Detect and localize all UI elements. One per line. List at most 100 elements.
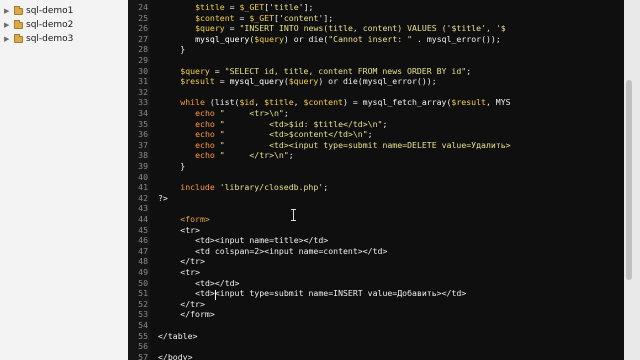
code-line[interactable]: 54 — [128, 320, 624, 331]
code-text: } — [180, 161, 185, 172]
code-text: $title = $_GET['title']; — [195, 2, 313, 13]
code-token: . mysql_error()); — [412, 33, 501, 44]
code-token: ; — [367, 129, 373, 140]
code-line[interactable]: 41 include 'library/closedb.php'; — [128, 182, 624, 193]
code-line[interactable]: 34 echo " <tr>\n"; — [128, 108, 624, 119]
code-text: </tr> — [180, 256, 205, 267]
tree-item-sql-demo2[interactable]: ▶ sql-demo2 — [4, 18, 73, 32]
code-token: "SELECT id, title, content FROM news ORD… — [224, 65, 467, 76]
code-token: ) or die(mysql_error()); — [318, 76, 437, 87]
code-line[interactable]: 50 <td></td> — [128, 278, 624, 289]
code-text: <tr> — [180, 267, 200, 278]
code-line[interactable]: 39} — [128, 161, 624, 172]
code-token: $content — [303, 97, 343, 108]
code-line[interactable]: 55 </table> — [128, 331, 624, 342]
code-token: , — [293, 97, 304, 108]
chevron-right-icon[interactable]: ▶ — [4, 21, 14, 29]
code-token: , — [254, 97, 265, 108]
code-token: mysql_query — [195, 33, 250, 44]
code-token: " <tr>\n" — [219, 108, 284, 118]
line-number: 42 — [138, 192, 148, 203]
code-line[interactable]: 36 echo " <td>$content</td>\n"; — [128, 129, 624, 140]
line-number: 53 — [138, 309, 148, 320]
text-caret — [215, 290, 216, 300]
code-line[interactable]: 48 </tr> — [128, 256, 624, 267]
tree-item-sql-demo3[interactable]: ▶ sql-demo3 — [4, 32, 73, 46]
code-token: $content — [195, 12, 235, 23]
tree-item-label: sql-demo2 — [26, 20, 74, 30]
code-token: <td><input name=title></td> — [195, 235, 329, 246]
code-line[interactable]: 30 $query = "SELECT id, title, content FR… — [128, 66, 624, 77]
code-line[interactable]: 38 echo " </tr>\n"; — [128, 150, 624, 161]
code-token: <form> — [180, 214, 210, 224]
code-token: $query — [195, 23, 225, 34]
code-text: echo " </tr>\n"; — [195, 150, 294, 161]
line-number: 46 — [138, 235, 148, 246]
line-number: 29 — [138, 55, 148, 65]
code-line[interactable]: 31 $result = mysql_query($query) or die(m… — [128, 76, 624, 87]
code-token: ) = mysql_fetch_array( — [342, 97, 452, 108]
code-token: ; — [382, 118, 388, 129]
code-token: title — [274, 2, 299, 12]
code-token: = — [224, 23, 240, 34]
code-token: <td></td> — [195, 277, 240, 288]
code-token: ; — [283, 108, 289, 118]
code-line[interactable]: 46 <td><input name=title></td> — [128, 235, 624, 246]
line-number: 33 — [138, 97, 148, 108]
code-text: } — [180, 44, 185, 55]
line-number: 37 — [138, 139, 148, 150]
code-line[interactable]: 26 $query = "INSERT INTO news(title, cont… — [128, 23, 624, 34]
code-line[interactable]: 45 <tr> — [128, 225, 624, 236]
chevron-right-icon[interactable]: ▶ — [4, 7, 14, 15]
code-token: ) or die( — [283, 33, 329, 44]
code-line[interactable]: 40 — [128, 172, 624, 183]
code-token: </form> — [180, 309, 215, 320]
code-token: [' — [274, 12, 284, 23]
code-token: $query — [288, 76, 319, 87]
code-line[interactable]: 49 <tr> — [128, 267, 624, 278]
line-number: 41 — [138, 182, 148, 193]
code-text: </form> — [180, 309, 215, 320]
code-token: ']; — [318, 12, 334, 23]
code-token: mysql_query — [229, 76, 284, 87]
chevron-right-icon[interactable]: ▶ — [4, 35, 14, 43]
code-line[interactable]: 52 </tr> — [128, 299, 624, 310]
code-line[interactable]: 53 </form> — [128, 309, 624, 320]
code-token: 'library/closedb.php' — [219, 182, 324, 193]
code-token: <tr> — [180, 224, 200, 235]
code-token: $_GET — [249, 12, 275, 23]
code-line[interactable]: 24 $title = $_GET['title']; — [128, 2, 624, 13]
code-line[interactable]: 27 mysql_query($query) or die("Cannot ins… — [128, 34, 624, 45]
code-token: </table> — [158, 330, 198, 341]
code-token: = — [224, 2, 240, 12]
code-line[interactable]: 33 while (list($id, $title, $content) = m… — [128, 97, 624, 108]
tree-item-label: sql-demo3 — [26, 34, 74, 44]
line-number: 25 — [138, 12, 148, 23]
code-editor[interactable]: 24 $title = $_GET['title']; 25 $content = $… — [128, 0, 624, 360]
code-line[interactable]: 42 ?> — [128, 193, 624, 204]
code-line[interactable]: 35 echo " <td>$id: $title</td>\n"; — [128, 119, 624, 130]
code-token: " <td>$id: $title</td>\n" — [219, 118, 383, 129]
code-text: echo " <td><input type=submit name=DELET… — [195, 140, 511, 151]
code-line[interactable]: 56 — [128, 341, 624, 352]
code-line[interactable]: 44 <form> — [128, 214, 624, 225]
code-token: </body> — [158, 351, 193, 360]
editor-scrollbar[interactable] — [626, 80, 632, 280]
code-token: ?> — [158, 192, 168, 203]
code-line[interactable]: 25 $content = $_GET['content']; — [128, 13, 624, 24]
line-number: 48 — [138, 256, 148, 267]
code-line[interactable]: 29 — [128, 55, 624, 66]
line-number: 39 — [138, 161, 148, 171]
code-line[interactable]: 57 </body> — [128, 352, 624, 360]
code-text: $content = $_GET['content']; — [195, 13, 333, 24]
code-token: ']; — [298, 2, 314, 12]
code-line[interactable]: 47 <td colspan=2><input name=content></td… — [128, 246, 624, 257]
code-line[interactable]: 32 — [128, 87, 624, 98]
code-line[interactable]: 37 echo " <td><input type=submit name=DEL… — [128, 140, 624, 151]
folder-icon — [14, 5, 23, 15]
code-line[interactable]: 51 <td><input type=submit name=INSERT val… — [128, 288, 624, 299]
code-line[interactable]: 28} — [128, 44, 624, 55]
code-token: [' — [264, 2, 275, 12]
tree-item-sql-demo1[interactable]: ▶ sql-demo1 — [4, 4, 73, 18]
code-line[interactable]: 43 — [128, 203, 624, 214]
